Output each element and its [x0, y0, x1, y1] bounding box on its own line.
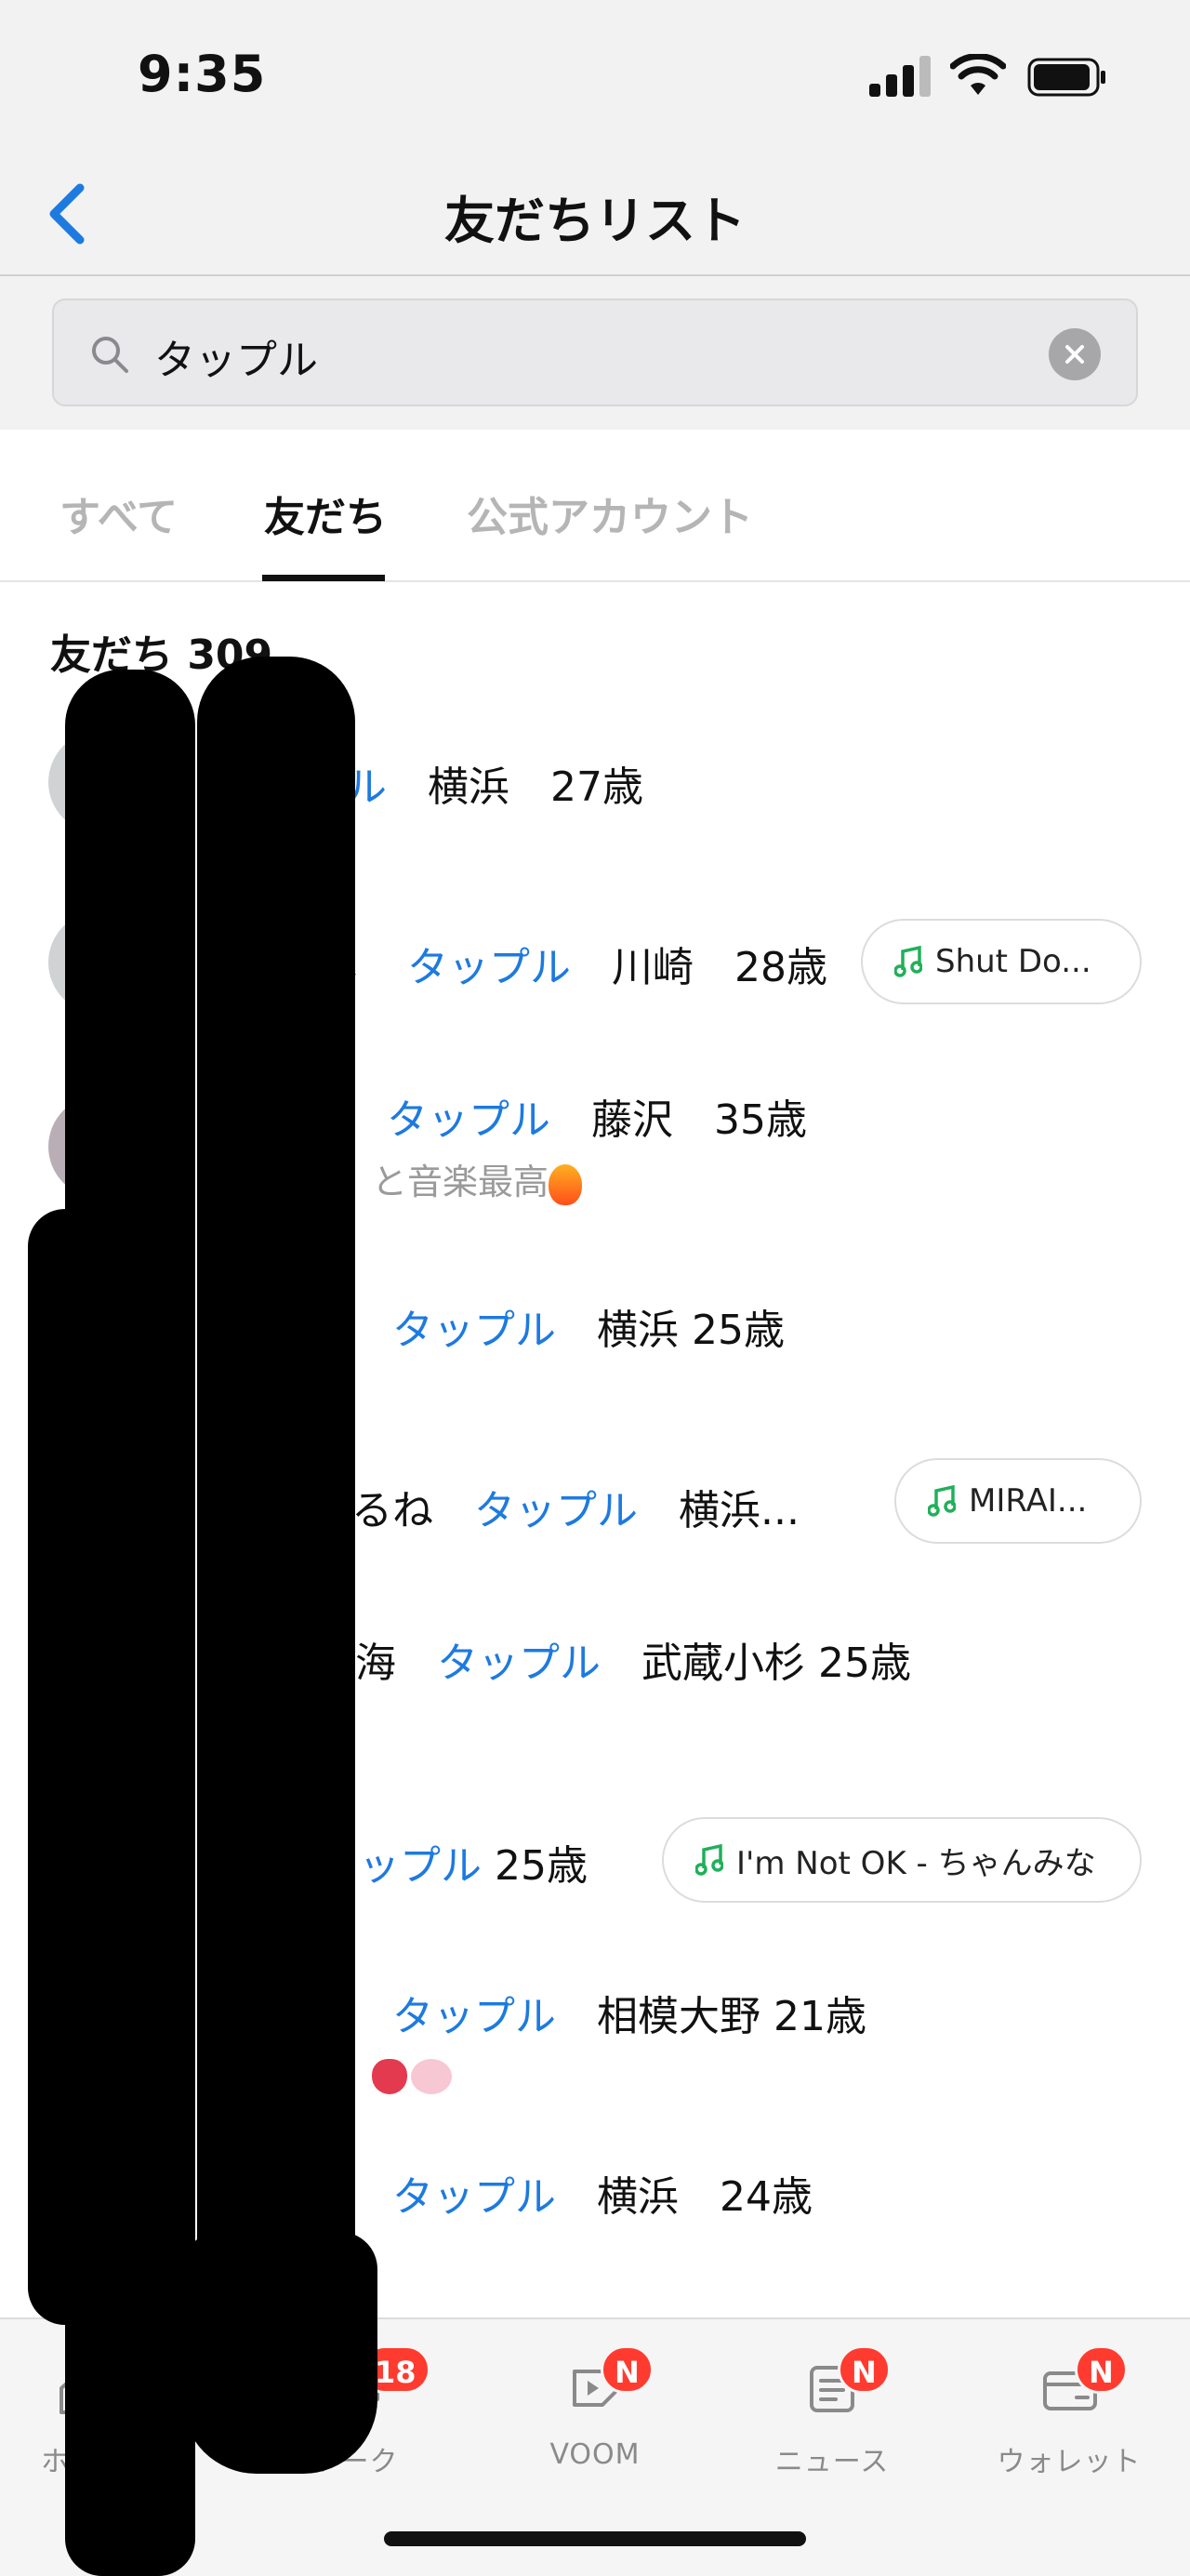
- navigation-header: 友だちリスト: [0, 153, 1190, 276]
- music-title: I'm Not OK - ちゃんみな: [736, 1844, 1096, 1882]
- redaction-marker-stroke: [28, 1209, 177, 2325]
- wifi-icon: [950, 54, 1006, 95]
- search-input[interactable]: タップル: [52, 299, 1138, 406]
- friend-name-suffix: 横浜 27歳: [387, 764, 643, 811]
- friend-name-suffix: 横浜 25歳: [556, 1307, 785, 1354]
- active-tab-indicator: [262, 575, 385, 581]
- new-badge: N: [838, 2345, 891, 2394]
- friend-name: ﾃ タップル 藤沢 35歳: [325, 1086, 807, 1146]
- friend-status-message: [372, 2053, 452, 2094]
- tabbar-voom[interactable]: N VOOM: [511, 2345, 679, 2476]
- friend-name-suffix: 25歳: [482, 1842, 588, 1890]
- search-query: タップル: [154, 337, 318, 384]
- friend-name: ヽ タップル 川崎 28歳: [325, 934, 827, 993]
- new-badge: N: [601, 2345, 654, 2394]
- tab-friends[interactable]: 友だち: [264, 484, 387, 543]
- friend-name-suffix: 武蔵小杉 25歳: [601, 1640, 911, 1687]
- music-note-icon: [928, 1485, 956, 1517]
- redaction-marker-stroke: [182, 2232, 377, 2474]
- status-text: と音楽最高: [372, 1162, 549, 1202]
- fire-emoji-icon: [549, 1163, 583, 1205]
- search-match-highlight: タップル: [407, 944, 571, 991]
- music-title: MIRAI...: [969, 1482, 1088, 1520]
- home-indicator: [384, 2531, 806, 2546]
- friend-name: タップル 横浜 25歳: [392, 1296, 785, 1356]
- music-status-pill[interactable]: MIRAI...: [894, 1458, 1142, 1544]
- search-match-highlight: タップル: [392, 1993, 556, 2040]
- battery-icon: [1027, 58, 1105, 97]
- friend-name-prefix: 海: [355, 1640, 396, 1687]
- friend-name: 海 タップル 武蔵小杉 25歳: [355, 1629, 911, 1689]
- new-badge: N: [1075, 2345, 1128, 2394]
- tabbar-label: ニュース: [774, 2446, 890, 2478]
- music-status-pill[interactable]: Shut Do...: [861, 919, 1142, 1004]
- strawberry-emoji-icon: [372, 2058, 407, 2094]
- sheep-emoji-icon: [411, 2058, 452, 2094]
- friend-name: るね タップル 横浜...: [351, 1477, 800, 1536]
- friend-name-suffix: 横浜 24歳: [556, 2173, 813, 2221]
- search-match-highlight: ップル: [359, 1842, 482, 1890]
- friend-name: タップル 相模大野 21歳: [392, 1983, 866, 2042]
- clear-search-button[interactable]: [1049, 328, 1101, 380]
- close-icon: [1065, 345, 1084, 364]
- search-match-highlight: タップル: [392, 1307, 556, 1354]
- music-note-icon: [894, 946, 922, 977]
- friend-name-suffix: 相模大野 21歳: [556, 1993, 866, 2040]
- page-title: 友だちリスト: [444, 192, 746, 250]
- tabbar-news[interactable]: N ニュース: [748, 2345, 916, 2478]
- redaction-marker-stroke: [197, 657, 355, 2470]
- tab-official-accounts[interactable]: 公式アカウント: [467, 484, 753, 543]
- friend-name-suffix: 横浜...: [638, 1487, 800, 1534]
- status-bar: 9:35: [0, 0, 1190, 153]
- filter-tabs: すべて 友だち 公式アカウント: [0, 430, 1190, 582]
- search-match-highlight: タップル: [437, 1640, 601, 1687]
- search-match-highlight: タップル: [387, 1096, 550, 1144]
- friend-name-suffix: 川崎 28歳: [571, 944, 827, 991]
- music-status-pill[interactable]: I'm Not OK - ちゃんみな: [662, 1817, 1142, 1903]
- tab-all[interactable]: すべて: [60, 484, 178, 543]
- tabbar-wallet[interactable]: N ウォレット: [985, 2345, 1153, 2478]
- tabbar-label: VOOM: [549, 2438, 641, 2471]
- status-time: 9:35: [138, 45, 267, 103]
- friend-name: ップル 25歳: [359, 1832, 588, 1892]
- friend-name-suffix: 藤沢 35歳: [550, 1096, 807, 1144]
- search-icon: [92, 337, 128, 373]
- search-area: タップル: [0, 276, 1190, 430]
- cellular-signal-icon: [869, 56, 931, 97]
- search-match-highlight: タップル: [474, 1487, 638, 1534]
- music-title: Shut Do...: [935, 943, 1091, 980]
- friend-name: タップル 横浜 24歳: [392, 2163, 813, 2223]
- music-note-icon: [695, 1844, 723, 1876]
- friend-name-prefix: るね: [351, 1487, 433, 1534]
- tabbar-label: ウォレット: [997, 2446, 1142, 2478]
- friend-status-message: と音楽最高: [372, 1153, 583, 1205]
- search-match-highlight: タップル: [392, 2173, 556, 2221]
